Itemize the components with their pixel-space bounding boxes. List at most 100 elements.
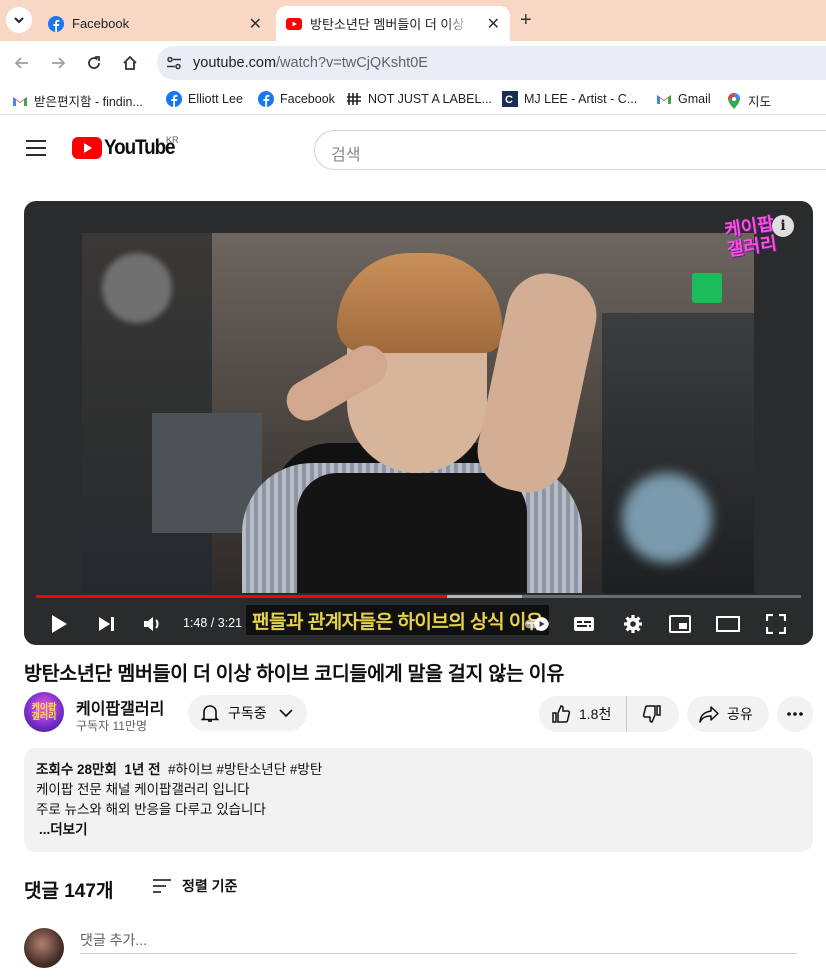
blurred-person bbox=[622, 473, 712, 563]
blurred-logo bbox=[102, 253, 172, 323]
url-host: youtube.com bbox=[193, 55, 277, 71]
reload-icon bbox=[88, 56, 100, 69]
tab-title: Facebook bbox=[72, 16, 130, 31]
bookmarks-bar: 받은편지함 - findin... Elliott Lee Facebook N… bbox=[0, 85, 826, 115]
description-line: 케이팝 전문 채널 케이팝갤러리 입니다 bbox=[36, 782, 250, 797]
video-frame[interactable] bbox=[82, 233, 754, 593]
region-code: KR bbox=[166, 135, 179, 145]
view-count: 조회수 28만회 bbox=[36, 762, 117, 777]
new-tab-button[interactable]: + bbox=[520, 9, 532, 32]
channel-avatar[interactable]: 케이팝 갤러리 bbox=[24, 692, 64, 732]
avatar bbox=[24, 928, 64, 968]
youtube-header: YouTube KR 검색 bbox=[0, 120, 826, 180]
show-more-button[interactable]: ...더보기 bbox=[39, 820, 801, 840]
bookmark-facebook[interactable]: Facebook bbox=[258, 91, 335, 107]
bell-icon bbox=[200, 705, 220, 722]
site-settings-icon[interactable] bbox=[166, 56, 182, 70]
bookmark-elliott-lee[interactable]: Elliott Lee bbox=[166, 91, 243, 107]
tab-title: 방탄소년단 멤버들이 더 이상 하이브 bbox=[310, 17, 470, 32]
bookmark-mj-lee[interactable]: C MJ LEE - Artist - C... bbox=[502, 91, 637, 107]
avatar-text: 케이팝 갤러리 bbox=[31, 702, 57, 721]
tab-search-button[interactable] bbox=[6, 7, 32, 33]
subscriber-count: 구독자 11만명 bbox=[76, 719, 147, 733]
description-line: 주로 뉴스와 해외 반응을 다루고 있습니다 bbox=[36, 802, 266, 817]
share-button[interactable]: 공유 bbox=[687, 696, 769, 732]
tab-facebook[interactable]: Facebook ✕ bbox=[38, 6, 272, 41]
bookmark-inbox[interactable]: 받은편지함 - findin... bbox=[12, 91, 143, 110]
bookmark-label: 지도 bbox=[748, 95, 772, 109]
browser-toolbar: youtube.com/watch?v=twCjQKsht0E bbox=[0, 41, 826, 85]
bookmark-label: 받은편지함 - findin... bbox=[34, 95, 143, 109]
description-meta: 조회수 28만회 1년 전 #하이브 #방탄소년단 #방탄 bbox=[36, 760, 801, 780]
play-button[interactable] bbox=[46, 611, 72, 637]
hamburger-menu-icon[interactable] bbox=[26, 140, 46, 156]
mute-button[interactable] bbox=[139, 611, 165, 637]
like-count: 1.8천 bbox=[579, 706, 612, 722]
home-button[interactable] bbox=[118, 51, 142, 75]
gmail-icon bbox=[656, 91, 672, 107]
gmail-icon bbox=[12, 93, 28, 109]
share-label: 공유 bbox=[727, 706, 753, 722]
sort-icon bbox=[153, 879, 171, 893]
youtube-logo-icon bbox=[72, 137, 102, 159]
reload-button[interactable] bbox=[82, 51, 106, 75]
person-vest-front bbox=[297, 473, 527, 593]
exit-sign bbox=[692, 273, 722, 303]
thumbs-up-icon bbox=[552, 705, 571, 723]
subscribed-button[interactable]: 구독중 bbox=[188, 695, 307, 731]
info-icon[interactable]: i bbox=[772, 215, 794, 237]
svg-text:C: C bbox=[505, 94, 513, 106]
bookmark-label: Elliott Lee bbox=[188, 92, 243, 106]
facebook-icon bbox=[258, 91, 274, 107]
tab-youtube[interactable]: 방탄소년단 멤버들이 더 이상 하이브 ✕ bbox=[276, 6, 510, 41]
like-button[interactable]: 1.8천 bbox=[539, 696, 627, 732]
volume-icon bbox=[144, 617, 159, 631]
tab-strip: Facebook ✕ 방탄소년단 멤버들이 더 이상 하이브 ✕ + bbox=[0, 0, 826, 41]
channel-name[interactable]: 케이팝갤러리 bbox=[76, 695, 164, 719]
search-input[interactable]: 검색 bbox=[314, 130, 826, 170]
sort-button[interactable]: 정렬 기준 bbox=[152, 876, 237, 896]
more-actions-button[interactable] bbox=[777, 696, 813, 732]
home-icon bbox=[123, 55, 137, 70]
bookmark-not-just-a-label[interactable]: NOT JUST A LABEL... bbox=[346, 91, 492, 107]
arrow-right-icon bbox=[52, 57, 66, 69]
facebook-icon bbox=[48, 15, 64, 32]
progress-played bbox=[36, 595, 447, 598]
video-title: 방탄소년단 멤버들이 더 이상 하이브 코디들에게 말을 걸지 않는 이유 bbox=[24, 663, 564, 685]
share-icon bbox=[699, 706, 719, 723]
hashtags[interactable]: #하이브 #방탄소년단 #방탄 bbox=[168, 762, 322, 777]
facebook-icon bbox=[166, 91, 182, 107]
search-placeholder: 검색 bbox=[331, 147, 361, 164]
logo-text: YouTube bbox=[104, 136, 176, 159]
bookmark-label: NOT JUST A LABEL... bbox=[368, 92, 492, 106]
url-text: youtube.com/watch?v=twCjQKsht0E bbox=[193, 55, 428, 71]
like-dislike-group: 1.8천 bbox=[539, 696, 679, 732]
youtube-icon bbox=[286, 17, 302, 30]
bookmark-label: Gmail bbox=[678, 92, 711, 106]
close-tab-icon[interactable]: ✕ bbox=[249, 14, 262, 34]
comment-input[interactable]: 댓글 추가... bbox=[80, 928, 797, 954]
close-tab-icon[interactable]: ✕ bbox=[487, 14, 500, 34]
address-bar[interactable]: youtube.com/watch?v=twCjQKsht0E bbox=[157, 46, 826, 80]
person-hair bbox=[337, 253, 502, 353]
subscribe-label: 구독중 bbox=[228, 705, 267, 721]
next-button[interactable] bbox=[93, 611, 119, 637]
thumbs-down-icon bbox=[642, 705, 661, 723]
video-player[interactable]: 케이팝 갤러리 i 1:48 / 3:21 팬들과 관계자들은 하이브의 상식 이… bbox=[24, 201, 813, 645]
description-box[interactable]: 조회수 28만회 1년 전 #하이브 #방탄소년단 #방탄 케이팝 전문 채널 … bbox=[24, 748, 813, 852]
back-button[interactable] bbox=[10, 51, 34, 75]
skip-next-icon bbox=[99, 617, 114, 631]
bookmark-label: MJ LEE - Artist - C... bbox=[524, 92, 638, 106]
url-path: /watch?v=twCjQKsht0E bbox=[276, 55, 428, 71]
chevron-down-icon bbox=[279, 709, 293, 718]
site-icon: C bbox=[502, 91, 518, 107]
bookmark-label: Facebook bbox=[280, 92, 335, 106]
dislike-button[interactable] bbox=[627, 696, 677, 732]
bookmark-maps[interactable]: 지도 bbox=[726, 91, 771, 110]
arrow-left-icon bbox=[14, 57, 28, 69]
maps-icon bbox=[726, 92, 742, 109]
bookmark-gmail[interactable]: Gmail bbox=[656, 91, 711, 107]
forward-button[interactable] bbox=[46, 51, 70, 75]
chevron-down-icon bbox=[14, 17, 24, 24]
sort-label: 정렬 기준 bbox=[182, 878, 238, 894]
